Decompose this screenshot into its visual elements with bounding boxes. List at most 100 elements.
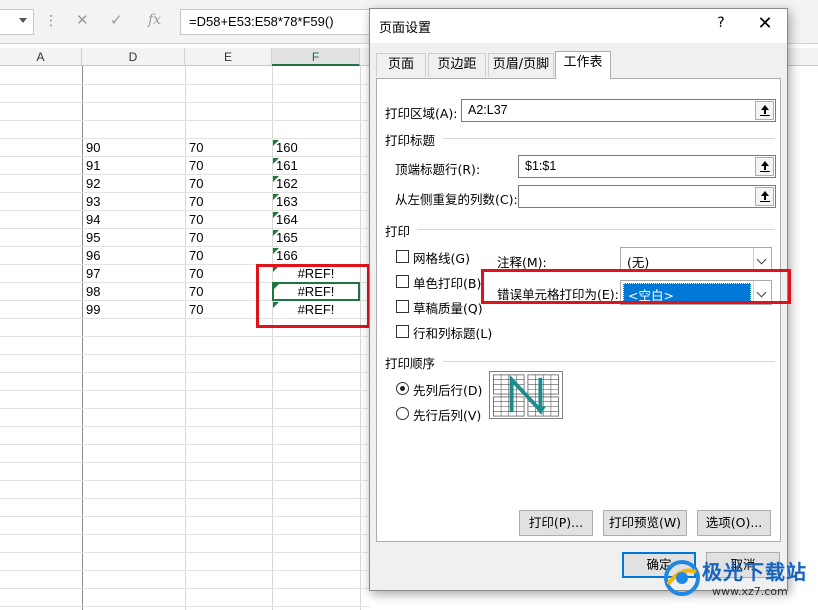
cell-e[interactable]: 70 xyxy=(189,211,269,229)
cell-f[interactable]: 160 xyxy=(276,139,356,157)
print-titles-group-label: 打印标题 xyxy=(385,133,436,148)
over-then-down-label[interactable]: 先行后列(V) xyxy=(413,405,481,424)
row-gridline xyxy=(0,570,370,571)
name-box[interactable] xyxy=(0,9,34,35)
sheet-tab-panel: 打印区域(A): A2:L37 打印标题 顶端标题行(R): $1:$1 从左侧… xyxy=(376,78,781,542)
cell-d[interactable]: 98 xyxy=(86,283,182,301)
left-columns-input[interactable] xyxy=(518,185,776,208)
formula-input[interactable]: =D58+E53:E58*78*F59() xyxy=(180,9,370,35)
collapse-dialog-icon[interactable] xyxy=(755,101,774,120)
top-rows-input[interactable]: $1:$1 xyxy=(518,155,776,178)
dialog-title: 页面设置 xyxy=(379,21,432,36)
column-header-f[interactable]: F xyxy=(272,48,360,66)
close-button[interactable]: ✕ xyxy=(754,13,776,34)
watermark: 极光下载站 www.xz7.com xyxy=(660,552,816,606)
column-header-a[interactable]: A xyxy=(0,48,82,66)
row-gridline xyxy=(0,408,370,409)
cancel-icon[interactable]: ✕ xyxy=(76,11,89,29)
row-gridline xyxy=(0,102,370,103)
row-col-headings-checkbox[interactable] xyxy=(396,325,409,338)
group-divider xyxy=(443,138,775,139)
row-gridline xyxy=(0,84,370,85)
enter-icon[interactable]: ✓ xyxy=(110,11,123,29)
cell-e[interactable]: 70 xyxy=(189,175,269,193)
column-divider xyxy=(360,66,361,610)
print-button[interactable]: 打印(P)... xyxy=(519,510,593,536)
left-columns-label: 从左侧重复的列数(C): xyxy=(395,192,518,207)
chevron-down-icon[interactable] xyxy=(753,248,771,271)
print-group-label: 打印 xyxy=(385,224,411,239)
chevron-down-icon[interactable] xyxy=(19,18,27,23)
column-divider xyxy=(82,66,83,610)
error-indicator-icon xyxy=(273,158,279,164)
print-order-group-label: 打印顺序 xyxy=(385,356,436,371)
cell-d[interactable]: 94 xyxy=(86,211,182,229)
function-icon[interactable]: fx xyxy=(148,12,161,28)
print-preview-button[interactable]: 打印预览(W) xyxy=(603,510,687,536)
tab-sheet[interactable]: 工作表 xyxy=(555,51,611,79)
cell-d[interactable]: 92 xyxy=(86,175,182,193)
cell-e[interactable]: 70 xyxy=(189,139,269,157)
cell-f[interactable]: 161 xyxy=(276,157,356,175)
top-rows-label: 顶端标题行(R): xyxy=(395,162,481,177)
highlight-box-error-setting xyxy=(481,269,791,304)
cell-d[interactable]: 96 xyxy=(86,247,182,265)
cell-d[interactable]: 97 xyxy=(86,265,182,283)
gridlines-checkbox[interactable] xyxy=(396,250,409,263)
row-gridline xyxy=(0,444,370,445)
draft-quality-checkbox[interactable] xyxy=(396,300,409,313)
collapse-dialog-icon[interactable] xyxy=(755,157,774,176)
mono-print-checkbox[interactable] xyxy=(396,275,409,288)
tab-header-footer[interactable]: 页眉/页脚 xyxy=(488,53,554,77)
watermark-url: www.xz7.com xyxy=(712,585,788,598)
row-gridline xyxy=(0,390,370,391)
draft-quality-label[interactable]: 草稿质量(Q) xyxy=(413,298,483,317)
row-gridline xyxy=(0,480,370,481)
cell-d[interactable]: 90 xyxy=(86,139,182,157)
cell-e[interactable]: 70 xyxy=(189,229,269,247)
top-rows-value: $1:$1 xyxy=(525,159,557,173)
row-gridline xyxy=(0,516,370,517)
row-col-headings-label[interactable]: 行和列标题(L) xyxy=(413,323,492,342)
more-icon: ⋮ xyxy=(44,13,58,29)
mono-print-label[interactable]: 单色打印(B) xyxy=(413,273,481,292)
cell-f[interactable]: 162 xyxy=(276,175,356,193)
cell-e[interactable]: 70 xyxy=(189,193,269,211)
brand-logo-icon xyxy=(664,560,700,596)
highlight-box-ref-errors xyxy=(256,264,370,328)
cell-d[interactable]: 91 xyxy=(86,157,182,175)
error-indicator-icon xyxy=(273,194,279,200)
cell-d[interactable]: 93 xyxy=(86,193,182,211)
gridlines-label[interactable]: 网格线(G) xyxy=(413,248,470,267)
error-indicator-icon xyxy=(273,248,279,254)
help-button[interactable]: ? xyxy=(712,15,730,31)
print-area-input[interactable]: A2:L37 xyxy=(461,99,776,122)
tab-margins[interactable]: 页边距 xyxy=(428,53,486,77)
column-header-d[interactable]: D xyxy=(82,48,185,66)
cell-f[interactable]: 165 xyxy=(276,229,356,247)
print-area-value: A2:L37 xyxy=(468,103,508,117)
row-gridline xyxy=(0,534,370,535)
tab-page[interactable]: 页面 xyxy=(376,53,426,77)
options-button[interactable]: 选项(O)... xyxy=(697,510,771,536)
cell-f[interactable]: 163 xyxy=(276,193,356,211)
cell-e[interactable]: 70 xyxy=(189,247,269,265)
row-gridline xyxy=(0,336,370,337)
cell-d[interactable]: 95 xyxy=(86,229,182,247)
print-area-label: 打印区域(A): xyxy=(385,106,458,121)
formula-buttons: ✕ ✓ fx xyxy=(62,9,180,35)
cell-e[interactable]: 70 xyxy=(189,157,269,175)
cell-f[interactable]: 164 xyxy=(276,211,356,229)
collapse-dialog-icon[interactable] xyxy=(755,187,774,206)
over-then-down-radio[interactable] xyxy=(396,407,409,420)
cell-d[interactable]: 99 xyxy=(86,301,182,319)
down-then-over-radio[interactable] xyxy=(396,382,409,395)
group-divider xyxy=(417,229,775,230)
down-then-over-label[interactable]: 先列后行(D) xyxy=(413,380,482,399)
row-gridline xyxy=(0,588,370,589)
cell-f[interactable]: 166 xyxy=(276,247,356,265)
row-gridline xyxy=(0,552,370,553)
error-indicator-icon xyxy=(273,140,279,146)
column-header-e[interactable]: E xyxy=(185,48,272,66)
row-gridline xyxy=(0,120,370,121)
